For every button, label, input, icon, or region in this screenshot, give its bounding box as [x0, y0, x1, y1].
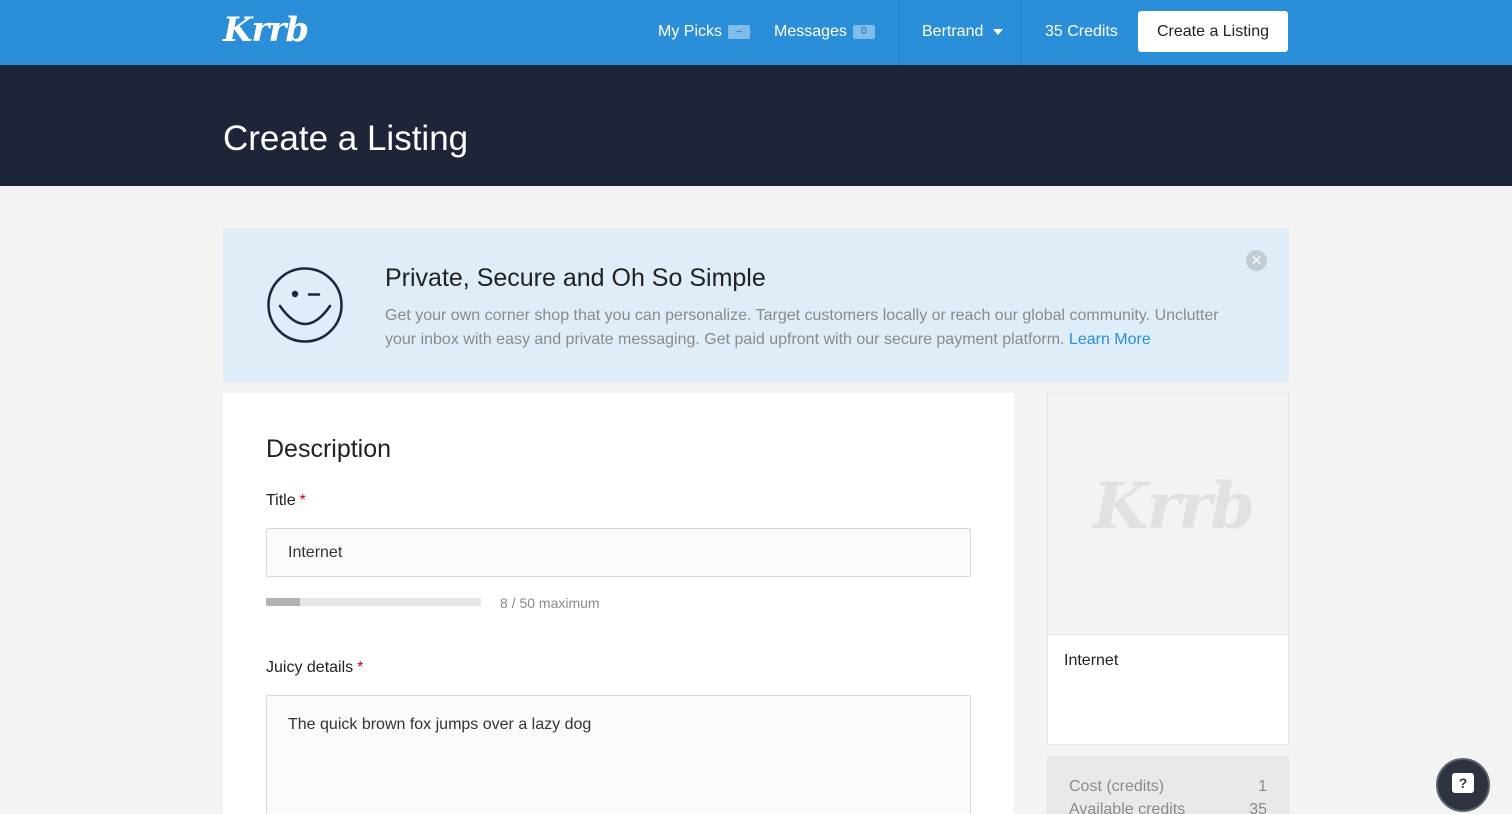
learn-more-link[interactable]: Learn More [1069, 331, 1151, 348]
available-credits-row: Available credits 35 [1069, 798, 1267, 814]
details-textarea[interactable]: The quick brown fox jumps over a lazy do… [266, 695, 971, 814]
page-header: Create a Listing [0, 65, 1512, 186]
listing-form: Description Title* 8 / 50 maximum Juicy … [223, 393, 1014, 814]
help-button[interactable]: ? [1436, 758, 1490, 812]
messages-label: Messages [774, 23, 847, 40]
user-name: Bertrand [922, 23, 984, 40]
cost-value: 1 [1258, 778, 1267, 795]
available-credits-value: 35 [1249, 801, 1267, 814]
create-listing-button[interactable]: Create a Listing [1138, 11, 1288, 52]
title-label: Title * [266, 492, 306, 510]
top-navbar: Krrb My Picks – Messages 0 Bertrand 35 Cre… [0, 0, 1512, 65]
preview-image-placeholder: Krrb [1048, 394, 1288, 635]
cost-panel: Cost (credits) 1 Available credits 35 [1047, 756, 1289, 814]
nav-divider [1021, 0, 1022, 65]
banner-text: Get your own corner shop that you can pe… [385, 304, 1235, 352]
title-label-text: Title [266, 492, 296, 509]
promo-banner: Private, Secure and Oh So Simple Get you… [223, 229, 1289, 382]
title-char-counter: 8 / 50 maximum [500, 595, 600, 611]
preview-title: Internet [1064, 652, 1119, 669]
krrb-logo[interactable]: Krrb [223, 10, 309, 50]
listing-preview-card: Krrb Internet [1047, 393, 1289, 745]
cost-label: Cost (credits) [1069, 778, 1165, 795]
title-length-bar [266, 598, 481, 606]
my-picks-badge: – [728, 24, 750, 39]
placeholder-logo: Krrb [1093, 469, 1255, 544]
chevron-down-icon [993, 28, 1004, 35]
details-label: Juicy details * [266, 659, 363, 677]
cost-row: Cost (credits) 1 [1069, 775, 1267, 798]
nav-divider [898, 0, 899, 65]
available-credits-label: Available credits [1069, 801, 1186, 814]
messages-link[interactable]: Messages 0 [774, 0, 875, 65]
credits-link[interactable]: 35 Credits [1045, 0, 1118, 65]
section-title: Description [266, 435, 392, 463]
required-marker: * [299, 492, 306, 509]
my-picks-link[interactable]: My Picks – [658, 0, 750, 65]
user-menu[interactable]: Bertrand [922, 0, 1004, 65]
my-picks-label: My Picks [658, 23, 722, 40]
required-marker: * [357, 659, 364, 676]
page-title: Create a Listing [223, 119, 469, 158]
details-label-text: Juicy details [266, 659, 354, 676]
wink-smiley-icon [267, 267, 343, 343]
messages-badge: 0 [852, 24, 875, 39]
title-input[interactable] [266, 528, 971, 577]
banner-title: Private, Secure and Oh So Simple [385, 264, 766, 292]
title-length-fill [266, 598, 301, 606]
help-icon: ? [1452, 773, 1474, 793]
close-icon[interactable]: ✕ [1246, 250, 1267, 271]
